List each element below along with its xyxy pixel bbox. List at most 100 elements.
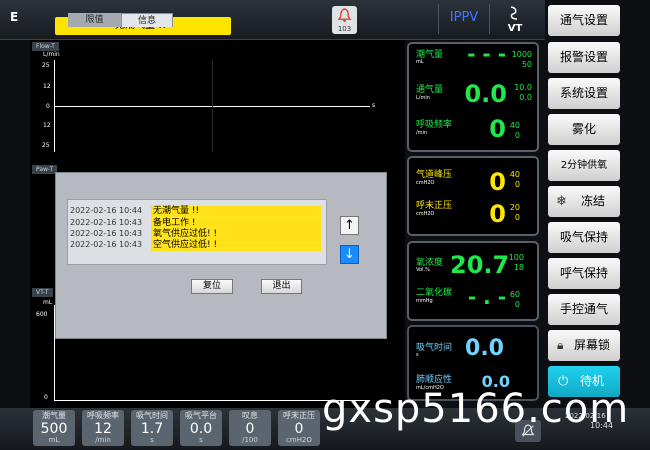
minute-vol-value: 0.0 [464, 80, 507, 108]
vt-unit: mL [43, 299, 53, 306]
co2-high: 60 [509, 290, 520, 299]
menu-system-settings[interactable]: 系统设置 [548, 78, 620, 109]
bottom-sigh[interactable]: 叹息 0 /100 [229, 410, 271, 446]
flow-cursor-line [212, 60, 213, 152]
log-row-4-message[interactable]: 空气供应过低! ! [151, 240, 321, 251]
bottom-peep-value: 0 [294, 421, 304, 437]
flow-tick-mid-upper: 12 [43, 83, 51, 90]
vt-icon-label: VT [507, 23, 523, 34]
flow-wave-tab[interactable]: Flow-T [32, 42, 59, 51]
flow-tick-bottom: 25 [42, 142, 50, 149]
resp-rate-value: 0 [489, 115, 506, 143]
bottom-peep[interactable]: 呼末正压 0 cmH2O [278, 410, 320, 446]
minute-vol-low: 0.0 [519, 93, 532, 102]
bottom-peep-unit: cmH2O [286, 436, 312, 444]
vt-tick-zero: 0 [44, 394, 48, 401]
mode-letter: E [10, 10, 19, 24]
alarm-count: 103 [337, 25, 352, 33]
minute-vol-high: 10.0 [514, 83, 532, 92]
ventilation-mode-label[interactable]: IPPV [438, 4, 490, 34]
paw-wave-tab[interactable]: Paw-T [32, 165, 58, 174]
vt-tick-top: 600 [36, 311, 48, 318]
menu-nebulize[interactable]: 雾化 [548, 114, 620, 145]
peep-unit: cmH2O [416, 211, 435, 217]
log-row-2-message[interactable]: 备电工作 ! [151, 218, 321, 229]
scroll-down-button[interactable]: ↓ [340, 245, 359, 264]
log-row-3-time: 2022-02-16 10:43 [70, 229, 143, 238]
peep-low: 0 [514, 213, 520, 222]
menu-freeze-label: 冻结 [580, 194, 605, 208]
alarm-bell-button[interactable]: 103 [332, 6, 357, 34]
flow-time-unit: s [372, 102, 376, 109]
log-row-1-message[interactable]: 无潮气量 !! [151, 206, 321, 217]
bottom-tidal-value: 500 [40, 421, 68, 437]
arrow-down-icon: ↓ [344, 247, 355, 262]
bottom-insp-pause-unit: s [199, 436, 203, 444]
log-row-4-time: 2022-02-16 10:43 [70, 240, 143, 249]
minute-vol-unit: L/min [416, 95, 430, 101]
snowflake-icon: ❄ [556, 194, 567, 209]
insp-time-value: 0.0 [465, 336, 504, 361]
oxygen-high: 100 [508, 253, 524, 262]
tidal-unit: mL [416, 59, 424, 65]
flow-tick-mid-lower: 12 [43, 122, 51, 129]
peep-high: 20 [509, 203, 520, 212]
tab-info[interactable]: 信息 [121, 13, 173, 27]
bottom-insp-pause-value: 0.0 [189, 421, 213, 437]
tidal-high: 1000 [511, 50, 532, 59]
menu-exp-hold[interactable]: 呼气保持 [548, 258, 620, 289]
co2-value: - . - [467, 285, 506, 309]
resp-rate-high: 40 [509, 121, 520, 130]
menu-screen-lock[interactable]: 🔒︎ 屏幕锁 [548, 330, 620, 361]
reset-button[interactable]: 复位 [191, 279, 233, 294]
bottom-insp-pause[interactable]: 吸气平台 0.0 s [180, 410, 222, 446]
bottom-insp-time-unit: s [150, 436, 154, 444]
lock-icon: 🔒︎ [557, 338, 564, 352]
exit-button[interactable]: 退出 [261, 279, 302, 294]
peak-pressure-high: 40 [509, 170, 520, 179]
menu-ventilation-settings[interactable]: 通气设置 [548, 5, 620, 36]
bottom-sigh-value: 0 [245, 421, 255, 437]
log-row-3-message[interactable]: 氧气供应过低! ! [151, 229, 321, 240]
peak-pressure-low: 0 [514, 180, 520, 189]
bottom-insp-time[interactable]: 吸气时间 1.7 s [131, 410, 173, 446]
watermark: gxsp5166.com [322, 386, 630, 432]
bottom-resp-rate-value: 12 [94, 421, 112, 437]
tidal-value: - - - [467, 42, 506, 66]
log-row-1-time: 2022-02-16 10:44 [70, 206, 143, 215]
bell-icon [337, 8, 352, 22]
log-row-2-time: 2022-02-16 10:43 [70, 218, 143, 227]
flow-tick-zero: 0 [46, 103, 50, 110]
oxygen-unit: Vol.% [416, 267, 430, 273]
peak-pressure-value: 0 [489, 168, 506, 196]
peep-value: 0 [489, 200, 506, 228]
insp-time-label: 吸气时间 [416, 343, 453, 353]
tidal-low: 50 [521, 60, 532, 69]
menu-alarm-settings[interactable]: 报警设置 [548, 42, 620, 73]
resp-rate-unit: /min [416, 130, 428, 136]
oxygen-low: 18 [513, 263, 524, 272]
co2-low: 0 [514, 300, 520, 309]
peak-pressure-label: 气道峰压 [416, 170, 453, 180]
oxygen-value: 20.7 [450, 251, 510, 279]
bottom-insp-time-value: 1.7 [140, 421, 164, 437]
menu-manual-vent[interactable]: 手控通气 [548, 294, 620, 325]
menu-two-min-oxygen[interactable]: 2分钟供氧 [548, 150, 620, 181]
minute-vol-label: 通气量 [416, 85, 444, 95]
insp-time-unit: s [416, 352, 419, 358]
co2-unit: mmHg [416, 298, 433, 304]
vt-wave-tab[interactable]: VT-T [32, 288, 53, 297]
scroll-up-button[interactable]: ↑ [340, 216, 359, 235]
bottom-tidal-unit: mL [48, 436, 60, 444]
bottom-resp-rate-unit: /min [95, 436, 111, 444]
vt-mode-icon: VT [500, 5, 530, 37]
peep-label: 呼末正压 [416, 201, 453, 211]
bottom-resp-rate[interactable]: 呼吸频率 12 /min [82, 410, 124, 446]
arrow-up-icon: ↑ [344, 218, 355, 233]
flow-tick-top: 25 [42, 62, 50, 69]
bottom-tidal[interactable]: 潮气量 500 mL [33, 410, 75, 446]
bottom-sigh-unit: /100 [242, 436, 258, 444]
tab-limits[interactable]: 限值 [68, 13, 121, 27]
menu-insp-hold[interactable]: 吸气保持 [548, 222, 620, 253]
menu-freeze[interactable]: ❄ 冻结 [548, 186, 620, 217]
